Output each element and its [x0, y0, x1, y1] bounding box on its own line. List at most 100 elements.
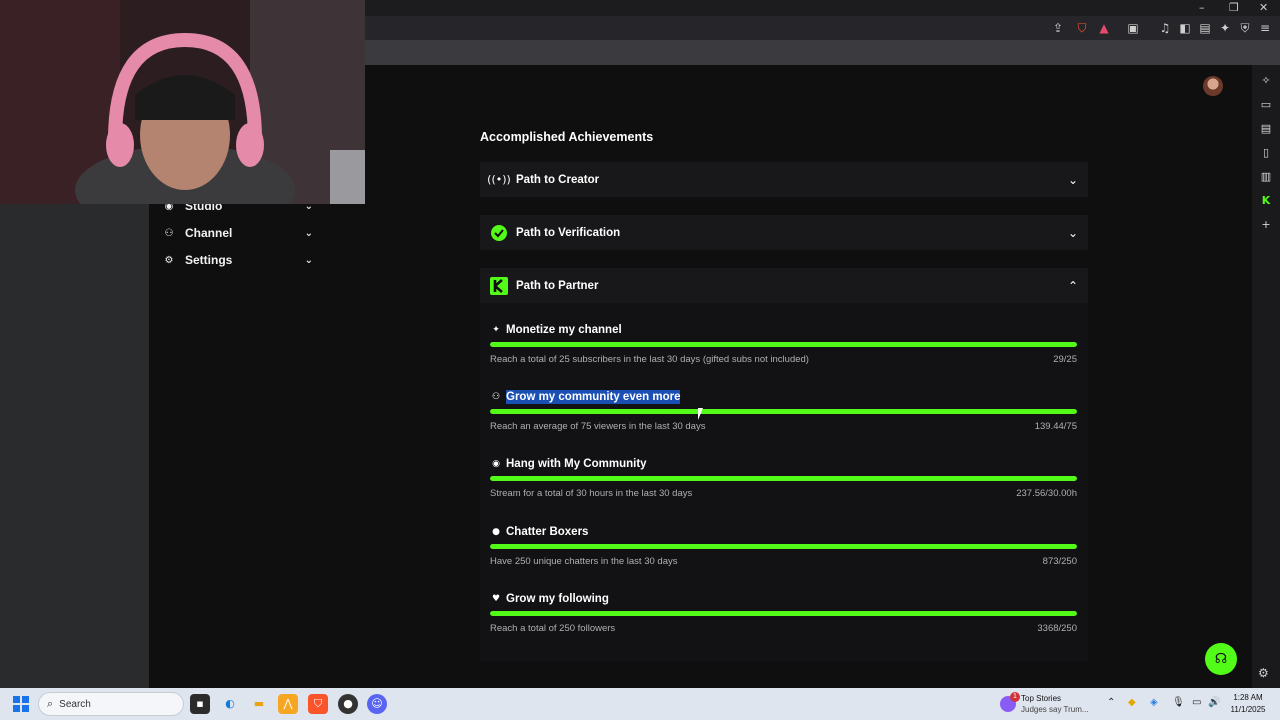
goal-value: 237.56/30.00h [1016, 488, 1077, 499]
task-view-icon[interactable]: ▪ [190, 694, 210, 714]
goal-description: Reach a total of 25 subscribers in the l… [490, 354, 809, 365]
close-icon[interactable]: ✕ [1259, 1, 1268, 14]
notification-badge: 1 [1010, 692, 1020, 702]
bookmark-icon[interactable]: ▯ [1258, 145, 1274, 161]
news-widget[interactable]: 1 Top Stories Judges say Trum... [1000, 692, 1100, 716]
sidebar-item-label: Settings [185, 253, 233, 267]
search-icon: ⌕ [47, 697, 54, 710]
display-icon[interactable]: ▭ [1192, 697, 1201, 708]
channel-icon: ⚇ [164, 227, 174, 239]
progress-fill [490, 476, 1077, 481]
goal-title: Monetize my channel [506, 324, 622, 336]
goal-description: Have 250 unique chatters in the last 30 … [490, 556, 678, 567]
system-clock[interactable]: 1:28 AM 11/1/2025 [1226, 692, 1270, 716]
music-icon[interactable]: ♫ [1157, 20, 1173, 36]
gear-icon: ⚙ [164, 254, 174, 266]
sidebar-item-settings[interactable]: ⚙ Settings ⌄ [163, 250, 313, 270]
users-icon: ⚇ [491, 392, 501, 402]
headset-icon: ☊ [1214, 651, 1228, 667]
goal-description: Reach an average of 75 viewers in the la… [490, 421, 706, 432]
file-explorer-icon[interactable]: ▬ [249, 694, 269, 714]
brave-browser-icon[interactable]: ⛉ [308, 694, 328, 714]
goal-title: Chatter Boxers [506, 526, 589, 538]
page-title: Accomplished Achievements [480, 130, 654, 144]
share-icon[interactable]: ⇪ [1050, 20, 1066, 36]
tray-app-icon[interactable]: ◆ [1128, 697, 1136, 708]
chevron-down-icon: ⌄ [304, 254, 313, 266]
reading-list-icon[interactable]: ▥ [1258, 169, 1274, 185]
news-title: Top Stories [1021, 694, 1062, 703]
accordion-label: Path to Partner [516, 279, 599, 292]
volume-icon[interactable]: 🔊 [1208, 697, 1220, 708]
wallet-icon[interactable]: ▤ [1258, 121, 1274, 137]
goal-value: 139.44/75 [1034, 421, 1077, 432]
brave-rewards-icon[interactable]: ▲ [1096, 20, 1112, 36]
add-icon[interactable]: + [1258, 217, 1274, 233]
webcam-overlay [0, 0, 365, 204]
mouse-cursor [698, 408, 708, 420]
user-avatar[interactable] [1203, 76, 1223, 96]
progress-bar [490, 409, 1077, 414]
leo-icon[interactable]: ✦ [1217, 20, 1233, 36]
goal-value: 29/25 [1053, 354, 1077, 365]
wallet-icon[interactable]: ▤ [1197, 20, 1213, 36]
chevron-down-icon: ⌄ [1067, 172, 1078, 187]
goal-title: Hang with My Community [506, 458, 647, 470]
goal-description: Stream for a total of 30 hours in the la… [490, 488, 693, 499]
sidebar-toggle-icon[interactable]: ◧ [1177, 20, 1193, 36]
accordion-label: Path to Creator [516, 173, 600, 186]
progress-fill [490, 611, 1077, 616]
restore-icon[interactable]: ❐ [1229, 1, 1239, 14]
taskbar-search[interactable]: ⌕ Search [38, 692, 184, 716]
broadcast-icon: ◉ [492, 459, 500, 469]
accordion-label: Path to Verification [516, 226, 621, 239]
microphone-icon[interactable]: 🎙 [1172, 697, 1185, 708]
windows-start-icon[interactable] [13, 696, 29, 712]
verified-badge-icon [490, 224, 508, 242]
goal-title: Grow my following [506, 593, 609, 605]
settings-gear-icon[interactable]: ⚙ [1258, 666, 1269, 680]
chevron-up-icon: ⌃ [1067, 278, 1078, 293]
menu-icon[interactable]: ≡ [1257, 20, 1273, 36]
chevron-down-icon: ⌄ [304, 227, 313, 239]
video-icon[interactable]: ▭ [1258, 97, 1274, 113]
progress-bar [490, 342, 1077, 347]
sidebar-item-label: Channel [185, 226, 233, 240]
support-chat-button[interactable]: ☊ [1205, 643, 1237, 675]
goal-title: Grow my community even more [506, 390, 681, 404]
webcam-image [0, 0, 365, 204]
goal-description: Reach a total of 250 followers [490, 623, 616, 634]
kick-logo-icon[interactable]: K [1258, 193, 1274, 209]
sidebar-item-channel[interactable]: ⚇ Channel ⌄ [163, 223, 313, 243]
discord-icon[interactable]: ☺ [367, 694, 387, 714]
search-placeholder: Search [59, 698, 91, 710]
app-icon[interactable]: ⋀ [278, 694, 298, 714]
accordion-path-to-partner[interactable]: Path to Partner ⌃ [480, 268, 1088, 303]
progress-bar [490, 611, 1077, 616]
vpn-icon[interactable]: ⛨ [1237, 20, 1253, 36]
tray-overflow-icon[interactable]: ⌃ [1107, 697, 1115, 708]
accordion-path-to-verification[interactable]: Path to Verification ⌄ [480, 215, 1088, 250]
progress-fill [490, 544, 1077, 549]
tray-shield-icon[interactable]: ◈ [1150, 697, 1158, 708]
progress-bar [490, 544, 1077, 549]
progress-fill [490, 342, 1077, 347]
heart-icon: ♥ [491, 594, 501, 604]
leo-icon[interactable]: ✧ [1258, 73, 1274, 89]
goal-value: 3368/250 [1037, 623, 1077, 634]
progress-fill [490, 409, 1077, 414]
minimize-icon[interactable]: – [1199, 1, 1205, 14]
goal-value: 873/250 [1042, 556, 1077, 567]
clock-date: 11/1/2025 [1230, 705, 1266, 714]
progress-bar [490, 476, 1077, 481]
tab-icon[interactable]: ▣ [1125, 20, 1141, 36]
obs-icon[interactable]: ● [338, 694, 358, 714]
brave-shield-icon[interactable]: ⛉ [1074, 20, 1090, 36]
news-subtitle: Judges say Trum... [1021, 705, 1089, 714]
broadcast-icon: ((•)) [487, 173, 511, 186]
chat-icon: ● [492, 527, 500, 537]
browser-side-panel: ✧ ▭ ▤ ▯ ▥ K + [1252, 65, 1280, 688]
edge-icon[interactable]: ◐ [220, 694, 240, 714]
clock-time: 1:28 AM [1233, 693, 1263, 702]
accordion-path-to-creator[interactable]: ((•)) Path to Creator ⌄ [480, 162, 1088, 197]
